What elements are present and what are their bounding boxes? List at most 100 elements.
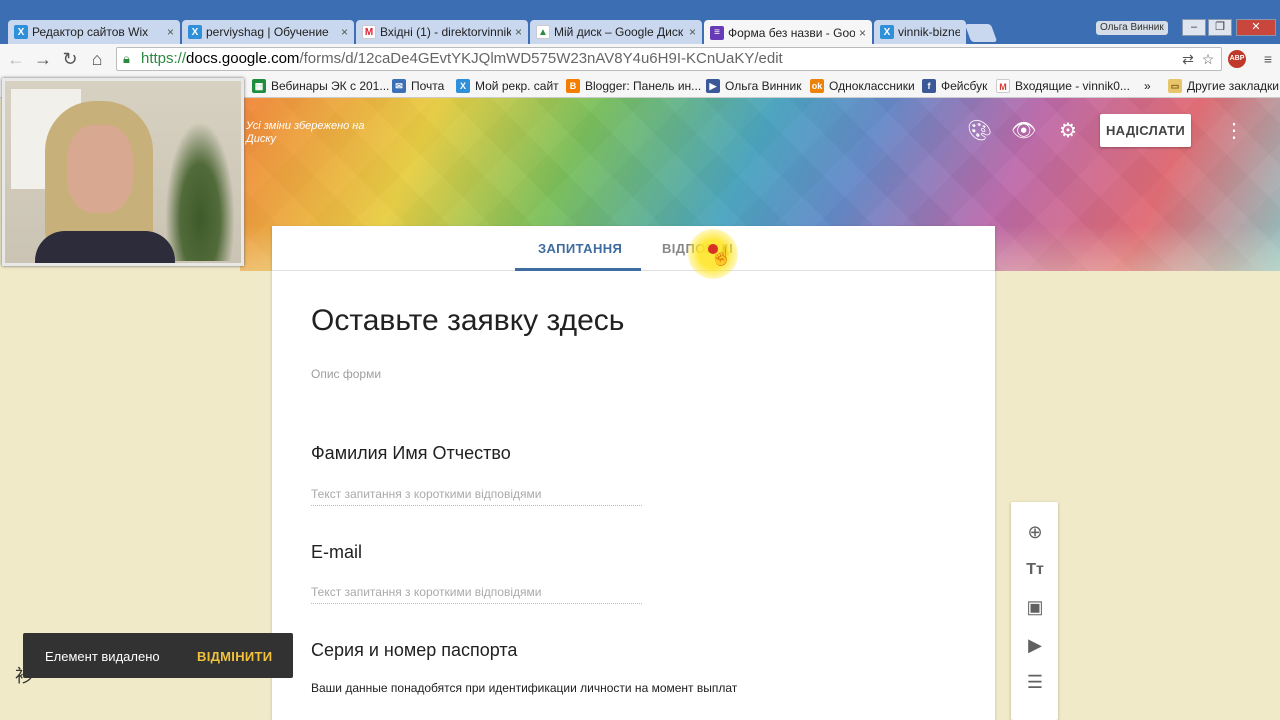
folder-icon: ▭ xyxy=(1168,79,1182,93)
add-video-icon[interactable]: ▶ xyxy=(1024,634,1046,656)
undo-button[interactable]: ВІДМІНИТИ xyxy=(197,649,272,664)
wix-icon: X xyxy=(456,79,470,93)
close-tab-icon[interactable]: × xyxy=(689,25,696,39)
tab-title: Форма без назви - Goo xyxy=(728,25,855,40)
bookmark-label: Вебинары ЭК с 201... xyxy=(271,79,390,93)
add-question-icon[interactable]: ⊕ xyxy=(1024,521,1046,543)
new-tab-button[interactable] xyxy=(964,24,998,42)
browser-tab[interactable]: ▲ Мій диск – Google Диск × xyxy=(530,20,702,44)
bookmark-item[interactable]: X Мой рекр. сайт xyxy=(456,78,559,94)
other-bookmarks-folder[interactable]: ▭ Другие закладки xyxy=(1168,78,1279,94)
bookmark-label: Почта xyxy=(411,79,445,93)
adblock-icon[interactable]: ABP xyxy=(1228,50,1246,68)
odnoklassniki-icon: ok xyxy=(810,79,824,93)
gmail-icon: M xyxy=(362,25,376,39)
send-button[interactable]: НАДІСЛАТИ xyxy=(1100,114,1191,147)
reload-icon[interactable]: ↻ xyxy=(60,49,80,69)
preview-eye-icon[interactable]: 👁︎ xyxy=(1011,120,1036,142)
more-vert-icon[interactable]: ⋮ xyxy=(1224,120,1244,142)
bookmark-label: Одноклассники xyxy=(829,79,915,93)
taskbar-glyph-icon: 衫 xyxy=(15,666,33,686)
question-description[interactable]: Ваши данные понадобятся при идентификаци… xyxy=(311,681,737,695)
home-icon[interactable]: ⌂ xyxy=(87,49,107,69)
url-host: docs.google.com xyxy=(186,50,300,67)
browser-tab[interactable]: X perviyshag | Обучение × xyxy=(182,20,354,44)
short-answer-placeholder: Текст запитання з короткими відповідями xyxy=(311,487,642,506)
gmail-icon: M xyxy=(996,79,1010,93)
bookmark-label: Фейсбук xyxy=(941,79,988,93)
forward-icon[interactable]: → xyxy=(33,49,53,69)
close-window-icon[interactable]: ✕ xyxy=(1236,19,1276,36)
mail-icon: ✉ xyxy=(392,79,406,93)
facebook-icon: f xyxy=(922,79,936,93)
tab-title: vinnik-bizness xyxy=(898,25,960,39)
menu-icon[interactable]: ≡ xyxy=(1258,49,1278,69)
close-tab-icon[interactable]: × xyxy=(515,25,522,39)
form-tabs: ЗАПИТАННЯ ВІДПОВІДІ xyxy=(272,226,995,271)
question-title[interactable]: Фамилия Имя Отчество xyxy=(311,443,511,464)
bookmark-label: Blogger: Панель ин... xyxy=(585,79,702,93)
google-drive-icon: ▲ xyxy=(536,25,550,39)
window-user-badge[interactable]: Ольга Винник xyxy=(1096,21,1168,35)
browser-tab[interactable]: X vinnik-bizness xyxy=(874,20,966,44)
tab-title: perviyshag | Обучение xyxy=(206,25,329,39)
webcam-overlay xyxy=(2,78,244,266)
bookmark-item[interactable]: ▶ Ольга Винник xyxy=(706,78,802,94)
browser-tab[interactable]: X Редактор сайтов Wix × xyxy=(8,20,180,44)
url-path: /forms/d/12caDe4GEvtYKJQlmWD575W23nAV8Y4… xyxy=(299,50,783,67)
bookmark-item[interactable]: ok Одноклассники xyxy=(810,78,915,94)
lock-icon: 🔒︎ xyxy=(123,51,130,66)
tab-title: Мій диск – Google Диск xyxy=(554,25,684,39)
hand-cursor-icon: ☝ xyxy=(710,246,733,266)
short-answer-placeholder: Текст запитання з короткими відповідями xyxy=(311,585,642,604)
url-scheme: https:// xyxy=(141,50,187,67)
snackbar: Елемент видалено ВІДМІНИТИ xyxy=(23,633,293,678)
webcam-person-body xyxy=(35,231,175,263)
active-tab-indicator xyxy=(515,268,641,271)
form-description-field[interactable]: Опис форми xyxy=(311,367,381,381)
maximize-icon[interactable]: ❐ xyxy=(1208,19,1232,36)
minimize-icon[interactable]: – xyxy=(1182,19,1206,36)
form-title[interactable]: Оставьте заявку здесь xyxy=(311,304,624,338)
bookmark-star-icon[interactable]: ☆ xyxy=(1198,49,1218,69)
browser-tab-active[interactable]: ≡ Форма без назви - Goo × xyxy=(704,20,872,45)
browser-tabstrip: X Редактор сайтов Wix × X perviyshag | О… xyxy=(0,0,1280,45)
question-toolbar: ⊕ Tт ▣ ▶ ☰ xyxy=(1011,502,1058,720)
palette-icon[interactable]: 🎨︎ xyxy=(967,120,992,142)
webcam-plant xyxy=(165,121,235,261)
save-status: Усі зміни збережено на Диску xyxy=(246,120,365,145)
close-tab-icon[interactable]: × xyxy=(341,25,348,39)
browser-tab[interactable]: M Вхідні (1) - direktorvinnik × xyxy=(356,20,528,44)
bookmark-label: Другие закладки xyxy=(1187,79,1279,93)
wix-icon: X xyxy=(188,25,202,39)
bookmark-item[interactable]: B Blogger: Панель ин... xyxy=(566,78,701,94)
translate-icon[interactable]: ⇄ xyxy=(1178,49,1198,69)
snackbar-message: Елемент видалено xyxy=(45,649,160,664)
add-title-icon[interactable]: Tт xyxy=(1024,559,1046,581)
add-section-icon[interactable]: ☰ xyxy=(1024,671,1046,693)
close-tab-icon[interactable]: × xyxy=(167,25,174,39)
form-card: ЗАПИТАННЯ ВІДПОВІДІ Оставьте заявку здес… xyxy=(272,226,995,720)
bookmark-item[interactable]: M Входящие - vinnik0... xyxy=(996,78,1130,94)
tab-questions[interactable]: ЗАПИТАННЯ xyxy=(538,241,622,256)
bookmark-label: Ольга Винник xyxy=(725,79,802,93)
bookmark-label: Входящие - vinnik0... xyxy=(1015,79,1130,93)
back-icon[interactable]: ← xyxy=(6,49,26,69)
add-image-icon[interactable]: ▣ xyxy=(1024,596,1046,618)
bookmark-item[interactable]: ✉ Почта xyxy=(392,78,444,94)
question-title[interactable]: E-mail xyxy=(311,542,362,563)
close-tab-icon[interactable]: × xyxy=(859,26,866,40)
question-title[interactable]: Серия и номер паспорта xyxy=(311,640,517,661)
video-icon: ▶ xyxy=(706,79,720,93)
tab-title: Редактор сайтов Wix xyxy=(32,25,149,39)
sheets-icon: ▦ xyxy=(252,79,266,93)
webcam-person-face xyxy=(67,125,133,213)
bookmarks-overflow-button[interactable]: » xyxy=(1144,78,1151,94)
bookmark-label: Мой рекр. сайт xyxy=(475,79,559,93)
bookmark-item[interactable]: ▦ Вебинары ЭК с 201... xyxy=(252,78,389,94)
settings-gear-icon[interactable]: ⚙ xyxy=(1057,120,1079,142)
blogger-icon: B xyxy=(566,79,580,93)
address-bar[interactable]: 🔒︎ https://docs.google.com/forms/d/12caDe… xyxy=(116,47,1222,71)
bookmark-item[interactable]: f Фейсбук xyxy=(922,78,987,94)
browser-toolbar: ← → ↻ ⌂ 🔒︎ https://docs.google.com/forms/… xyxy=(0,44,1280,74)
